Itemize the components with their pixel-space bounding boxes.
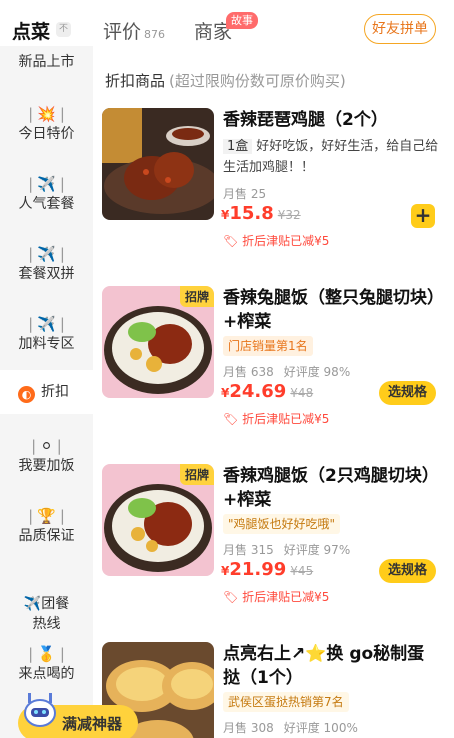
product-item[interactable]: 点亮右上↗⭐换 go秘制蛋挞（1个） 武侯区蛋挞热销第7名 月售 308 好评度 … [93,642,454,738]
product-rating: 好评度 100% [283,721,358,735]
explosion-icon: 💥 [37,105,56,123]
discount-note: 🏷 折后津贴已减¥5 [223,590,330,604]
original-price: ¥45 [290,564,314,578]
sidebar-item-label: 新品上市 [18,54,75,70]
product-name: 点亮右上↗⭐换 go秘制蛋挞（1个） [223,644,425,688]
tag-icon: 🏷 [223,412,243,426]
sidebar-item-drinks[interactable]: | 🥇 | 来点喝的 [0,644,93,684]
product-unit: 1盒 [223,139,253,154]
sidebar-item-combo-set[interactable]: | ✈️ | 套餐双拼 [0,244,93,284]
product-image[interactable] [102,108,214,220]
sidebar-item-label: 套餐双拼 [18,266,75,282]
product-image[interactable]: 招牌 [102,286,214,398]
choose-spec-button[interactable]: 选规格 [379,559,436,583]
section-header: 折扣商品 (超过限购份数可原价购买) [105,70,346,91]
sidebar-item-group-meal[interactable]: ✈️团餐 热线 [0,574,93,634]
original-price: ¥32 [277,208,301,222]
section-title: 折扣商品 [105,72,166,90]
add-to-cart-button[interactable]: + [411,204,435,228]
product-price: ¥24.69 ¥48 [221,381,314,402]
product-name: 香辣兔腿饭（整只兔腿切块）+榨菜 [223,288,436,332]
product-item[interactable]: 招牌 香辣鸡腿饭（2只鸡腿切块）+榨菜 "鸡腿饭也好好吃哦" 月售 315 好评度… [93,464,454,614]
friend-group-order-button[interactable]: 好友拼单 [364,14,436,44]
sidebar-item-quality[interactable]: | 🏆 | 品质保证 [0,506,93,546]
robot-mascot-icon [24,693,56,727]
product-item[interactable]: 招牌 香辣兔腿饭（整只兔腿切块）+榨菜 门店销量第1名 月售 638 好评度 98… [93,286,454,436]
sidebar-item-label: 加料专区 [18,336,75,352]
review-count: 876 [144,28,166,41]
sidebar-item-label: 来点喝的 [18,666,75,682]
product-quote-label: "鸡腿饭也好好吃哦" [223,514,341,534]
trophy-icon: 🏆 [37,507,56,525]
discount-note: 🏷 折后津贴已减¥5 [223,412,330,426]
sidebar-item-label: 今日特价 [18,126,75,142]
product-sales: 月售 308 好评度 100% [223,721,358,735]
signature-tag: 招牌 [179,464,214,485]
product-rating: 好评度 97% [283,543,351,557]
tab-order[interactable]: 点菜 [12,17,50,44]
merchant-story-badge: 故事 [226,12,258,29]
discount-icon: ◐ [18,386,35,403]
sidebar-item-label: 我要加饭 [18,458,75,474]
sidebar-item-today-special[interactable]: | 💥 | 今日特价 [0,104,93,144]
sidebar-item-label: 折扣 [41,384,69,400]
sidebar-item-label: 品质保证 [18,528,75,544]
airplane-icon: ✈️ [37,245,56,263]
sidebar-item-extra-rice[interactable]: | ⚪ | 我要加饭 [0,436,93,476]
sidebar-item-add-ons[interactable]: | ✈️ | 加料专区 [0,314,93,354]
tag-icon: 🏷 [223,590,243,604]
product-sales: 月售 315 好评度 97% [223,543,351,557]
sidebar-item-label: 人气套餐 [18,196,75,212]
sidebar-item-label: ✈️团餐 热线 [23,596,70,632]
product-name: 香辣鸡腿饭（2只鸡腿切块）+榨菜 [223,466,439,510]
product-price: ¥15.8 ¥32 [221,203,301,224]
sidebar-item-popular-set[interactable]: | ✈️ | 人气套餐 [0,174,93,214]
signature-tag: 招牌 [179,286,214,307]
medal-icon: 🥇 [37,645,56,663]
product-desc-text: 好好吃饭，好好生活，给自己给生活加鸡腿！！ [223,139,439,175]
product-rank-label: 门店销量第1名 [223,336,313,356]
section-subtitle: (超过限购份数可原价购买) [169,72,346,90]
product-image[interactable]: 招牌 [102,464,214,576]
airplane-icon: ✈️ [37,315,56,333]
tab-order-badge: 不 [56,22,71,37]
choose-spec-button[interactable]: 选规格 [379,381,436,405]
product-rank-label: 武侯区蛋挞热销第7名 [223,692,349,712]
promo-label: 满减神器 [62,715,123,733]
product-name: 香辣琵琶鸡腿（2个） [223,110,388,130]
airplane-icon: ✈️ [37,175,56,193]
rice-bowl-icon: ⚪ [40,437,53,455]
product-sales: 月售 638 好评度 98% [223,365,351,379]
sidebar-item-discount[interactable]: ◐ 折扣 [0,370,93,414]
sidebar-item-new[interactable]: 新品上市 [0,52,93,72]
product-price: ¥21.99 ¥45 [221,559,314,580]
product-sales: 月售 25 [223,187,267,201]
product-description: 1盒 好好吃饭，好好生活，给自己给生活加鸡腿！！ [223,136,439,178]
discount-note: 🏷 折后津贴已减¥5 [223,234,330,248]
product-rating: 好评度 98% [283,365,351,379]
tab-review[interactable]: 评价 876 [103,17,165,44]
product-list: 折扣商品 (超过限购份数可原价购买) 香辣琵琶鸡腿（2个） 1盒 好好吃饭，好好生活… [93,58,454,738]
full-reduction-promo-button[interactable]: 满减神器 [18,693,138,738]
original-price: ¥48 [290,386,314,400]
chicken-leg-image [102,108,214,220]
tag-icon: 🏷 [223,234,243,248]
product-item[interactable]: 香辣琵琶鸡腿（2个） 1盒 好好吃饭，好好生活，给自己给生活加鸡腿！！ 月售 25… [93,108,454,258]
category-sidebar: 新品上市 | 💥 | 今日特价 | ✈️ | 人气套餐 | ✈️ | 套餐双拼 | ✈️ | 加… [0,46,93,738]
